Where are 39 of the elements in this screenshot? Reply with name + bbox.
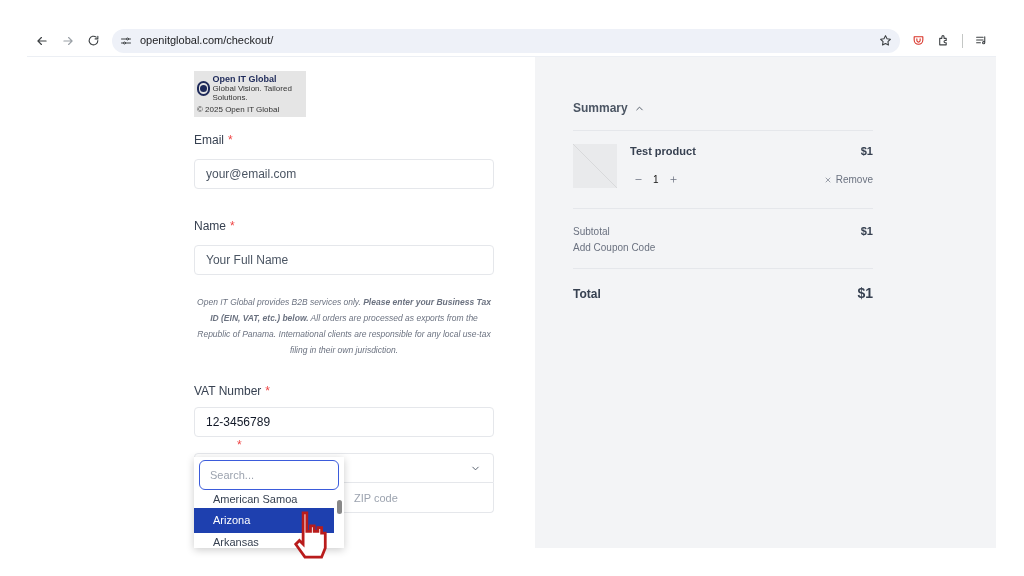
search-field[interactable]: Search... [199, 460, 339, 490]
coupon-link[interactable]: Add Coupon Code [573, 240, 656, 255]
input-field[interactable]: Your Full Name [194, 245, 494, 275]
total-label: Total [573, 285, 601, 303]
field-label: Email [194, 132, 224, 147]
shield-icon[interactable] [912, 34, 925, 47]
product-price: $1 [860, 143, 873, 159]
input-field[interactable]: your@email.com [194, 159, 494, 189]
site-settings-icon[interactable] [120, 34, 132, 47]
queue-icon[interactable] [975, 34, 988, 47]
dropdown-option[interactable]: American Samoa [194, 490, 334, 508]
required-mark: * [228, 132, 233, 147]
total-value: $1 [857, 284, 873, 303]
puzzle-icon[interactable] [937, 34, 950, 47]
dropdown-option[interactable]: Arkansas [194, 533, 334, 548]
required-mark: * [230, 218, 235, 233]
url-text: openitglobal.com/checkout/ [140, 33, 275, 49]
logo-title: Open IT Global [212, 74, 278, 84]
quantity-value: 1 [653, 173, 659, 187]
dropdown-option[interactable]: Arizona [194, 508, 334, 533]
field-label: Name [194, 218, 226, 233]
required-mark: * [265, 383, 271, 398]
star-icon[interactable] [879, 34, 892, 47]
tax-notice: Open IT Global provides B2B services only. Please enter your Business Tax ID (EIN, VAT, etc.) below. All orders are processed as exports from the Republic of Panama. International clients are responsible for any local use-tax filing in their own jurisdiction. [196, 296, 492, 357]
logo-tagline: Global Vision. Tailored Solutions. [212, 84, 293, 102]
reload-icon[interactable] [87, 34, 100, 47]
logo-copyright: © 2025 Open IT Global [197, 105, 280, 114]
address-bar[interactable]: openitglobal.com/checkout/ [112, 28, 900, 53]
plus-icon[interactable] [668, 175, 678, 184]
remove-button[interactable]: Remove [823, 172, 873, 187]
product-name: Test product [630, 143, 696, 159]
summary-toggle[interactable]: Summary [573, 100, 873, 116]
input-field[interactable]: 12-3456789 [194, 407, 494, 437]
close-icon [823, 175, 832, 184]
product-thumbnail [573, 144, 617, 188]
field-label: VAT Number [194, 383, 262, 398]
required-mark: * [237, 438, 242, 453]
subtotal-label: Subtotal [573, 224, 610, 239]
subtotal-value: $1 [860, 223, 873, 239]
